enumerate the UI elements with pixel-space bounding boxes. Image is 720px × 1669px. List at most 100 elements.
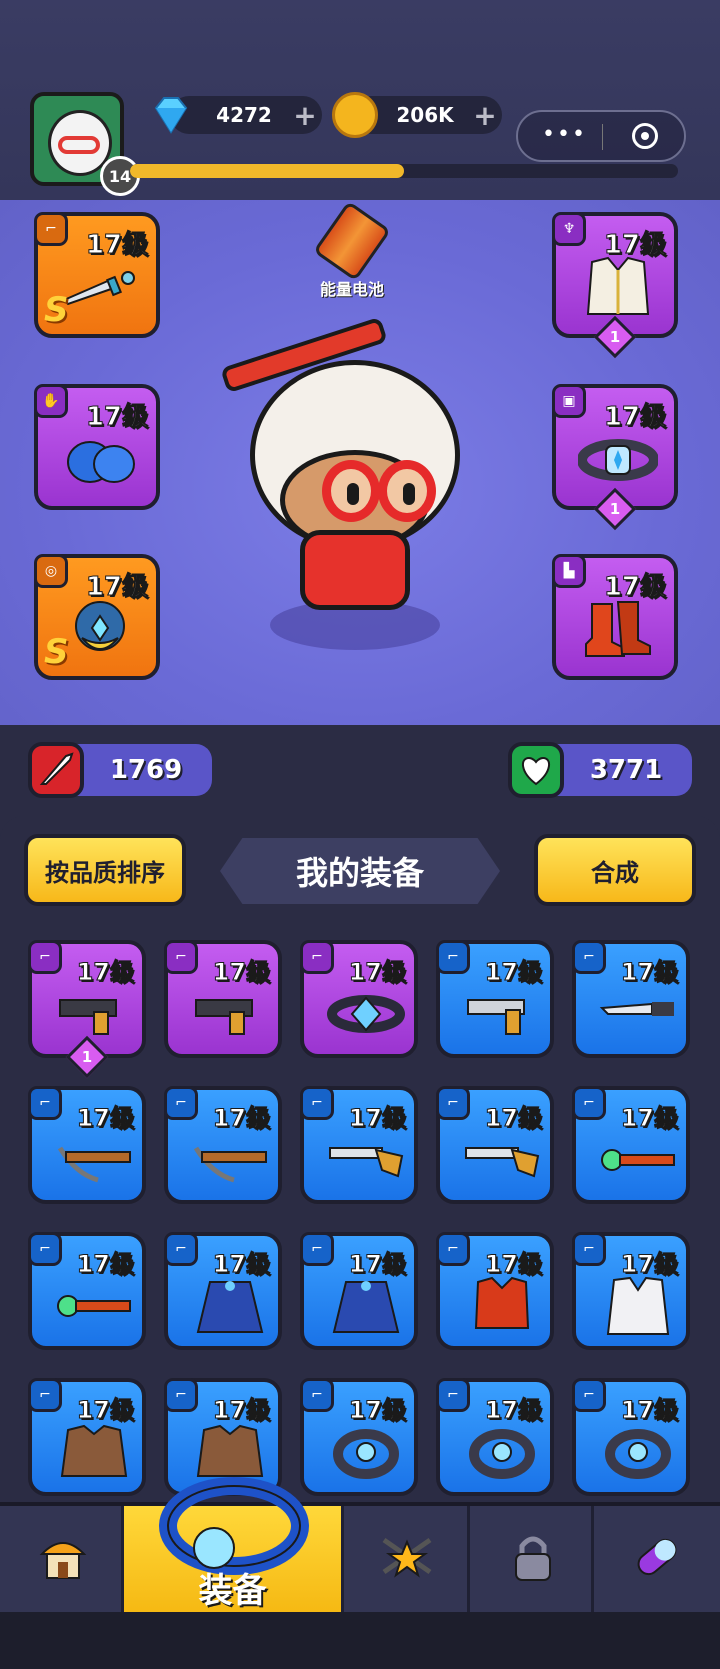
tab-shop[interactable] — [0, 1506, 124, 1616]
item-type-icon: ⌐ — [572, 940, 606, 974]
my-equipment-title: 我的装备 — [220, 838, 500, 904]
item-level: 17级 — [620, 1104, 678, 1133]
miniprogram-capsule: ••• — [516, 110, 686, 162]
item-level: 17级 — [620, 1250, 678, 1279]
equipment-item[interactable]: ⌐ 17级 — [572, 1086, 690, 1204]
gloves-icon — [67, 441, 135, 483]
add-coins-button[interactable]: + — [468, 99, 502, 132]
item-type-icon: ⌐ — [436, 1232, 470, 1266]
equipment-item[interactable]: ⌐ 17级 — [164, 1232, 282, 1350]
xp-bar-fill — [130, 164, 404, 178]
pistol-icon — [59, 999, 117, 1035]
item-type-icon: ⌐ — [28, 1086, 62, 1120]
vest-icon — [586, 256, 650, 315]
item-type-icon: ⌐ — [572, 1378, 606, 1412]
heart-icon — [508, 742, 564, 798]
more-options-button[interactable]: ••• — [542, 122, 587, 147]
equipment-item[interactable]: ⌐ 17级 — [300, 1086, 418, 1204]
equip-slot-armor[interactable]: ♆ 17级 1 — [552, 212, 678, 359]
shotgun-icon — [465, 1147, 540, 1178]
belt-icon — [327, 995, 405, 1033]
item-type-icon: ⌐ — [300, 1378, 334, 1412]
ring-icon — [469, 1429, 535, 1479]
equip-slot-boots[interactable]: ▙ 17级 — [552, 554, 678, 680]
health-value: 3771 — [589, 755, 663, 785]
equipment-item[interactable]: ⌐ 17级 — [572, 940, 690, 1058]
robe-icon — [606, 1276, 670, 1335]
item-type-icon: ⌐ — [436, 940, 470, 974]
staff-icon — [57, 1295, 131, 1317]
belt-icon — [578, 439, 658, 481]
sort-by-quality-button[interactable]: 按品质排序 — [24, 834, 186, 906]
top-bar: 14 4272 + 206K + ••• — [0, 0, 720, 200]
capsule-divider — [602, 124, 603, 150]
item-type-icon: ⌐ — [164, 940, 198, 974]
equipment-item[interactable]: ⌐ 17级 — [164, 1086, 282, 1204]
tab-equipment-label: 装备 — [198, 1571, 267, 1611]
close-miniprogram-icon[interactable] — [632, 123, 658, 149]
dagger-icon — [62, 271, 135, 306]
equip-slot-weapon[interactable]: ⌐ 17级 S — [34, 212, 160, 338]
item-level: 17级 — [348, 1396, 406, 1425]
item-type-icon: ⌐ — [436, 1086, 470, 1120]
shotgun-icon — [329, 1147, 404, 1178]
sword-icon — [28, 742, 84, 798]
equipment-item[interactable]: ⌐ 17级 — [436, 1232, 554, 1350]
battery-label: 能量电池 — [319, 280, 384, 299]
item-level: 17级 — [484, 1104, 542, 1133]
tab-locked[interactable] — [470, 1506, 594, 1616]
armor-type-icon: ♆ — [552, 212, 586, 246]
item-type-icon: ⌐ — [572, 1232, 606, 1266]
equipment-item[interactable]: ⌐ 17级 — [436, 940, 554, 1058]
bottom-safe-area — [0, 1612, 720, 1669]
pistol-icon — [195, 999, 253, 1035]
jacket-icon — [60, 1424, 128, 1477]
equip-slot-necklace[interactable]: ◎ 17级 S — [34, 554, 160, 680]
item-type-icon: ⌐ — [28, 1378, 62, 1412]
character-goggles — [322, 460, 442, 526]
equipment-ring-icon — [159, 1477, 309, 1575]
item-level: 17级 — [484, 1250, 542, 1279]
equipment-item[interactable]: ⌐ 17级 — [28, 1086, 146, 1204]
equipment-item[interactable]: ⌐ 17级 — [300, 1378, 418, 1496]
tab-items[interactable] — [594, 1506, 720, 1616]
equip-slot-gloves[interactable]: ✋ 17级 — [34, 384, 160, 510]
item-level: 17级 — [212, 1104, 270, 1133]
equipment-item[interactable]: ⌐ 17级 1 — [28, 940, 146, 1079]
add-gems-button[interactable]: + — [288, 99, 322, 132]
equipment-item[interactable]: ⌐ 17级 — [436, 1086, 554, 1204]
coin-icon — [332, 92, 378, 138]
item-type-icon: ⌐ — [300, 940, 334, 974]
battery-icon — [312, 200, 392, 282]
boot-type-icon: ▙ — [552, 554, 586, 588]
equipment-item[interactable]: ⌐ 17级 — [572, 1378, 690, 1496]
item-type-icon: ⌐ — [436, 1378, 470, 1412]
necklace-icon — [75, 601, 125, 651]
equipment-item[interactable]: ⌐ 17级 — [28, 1232, 146, 1350]
energy-battery[interactable]: 能量电池 — [306, 200, 398, 300]
hero-character — [220, 316, 480, 650]
equipment-item[interactable]: ⌐ 17级 — [436, 1378, 554, 1496]
ring-type-icon: ◎ — [34, 554, 68, 588]
equipment-item[interactable]: ⌐ 17级 — [164, 940, 282, 1058]
ring-icon — [605, 1429, 671, 1479]
crossbow-icon — [57, 1146, 131, 1183]
attack-value: 1769 — [109, 755, 183, 785]
equipment-item[interactable]: ⌐ 17级 — [300, 1232, 418, 1350]
equipment-item[interactable]: ⌐ 17级 — [28, 1378, 146, 1496]
equipment-item[interactable]: ⌐ 17级 — [572, 1232, 690, 1350]
item-level: 17级 — [484, 1396, 542, 1425]
item-type-icon: ⌐ — [164, 1232, 198, 1266]
item-level: 17级 — [348, 1250, 406, 1279]
item-level: 17级 — [76, 1250, 134, 1279]
grade-badge: S — [44, 632, 69, 672]
equip-slot-belt[interactable]: ▣ 17级 1 — [552, 384, 678, 531]
tab-talents[interactable] — [344, 1506, 470, 1616]
grade-badge: S — [44, 290, 69, 330]
equipment-item[interactable]: ⌐ 17级 — [300, 940, 418, 1058]
bottom-navbar: 装备 — [0, 1477, 720, 1616]
cape-icon — [332, 1281, 400, 1333]
item-level: 17级 — [76, 958, 134, 987]
tab-equipment[interactable]: 装备 — [124, 1477, 344, 1616]
merge-button[interactable]: 合成 — [534, 834, 696, 906]
